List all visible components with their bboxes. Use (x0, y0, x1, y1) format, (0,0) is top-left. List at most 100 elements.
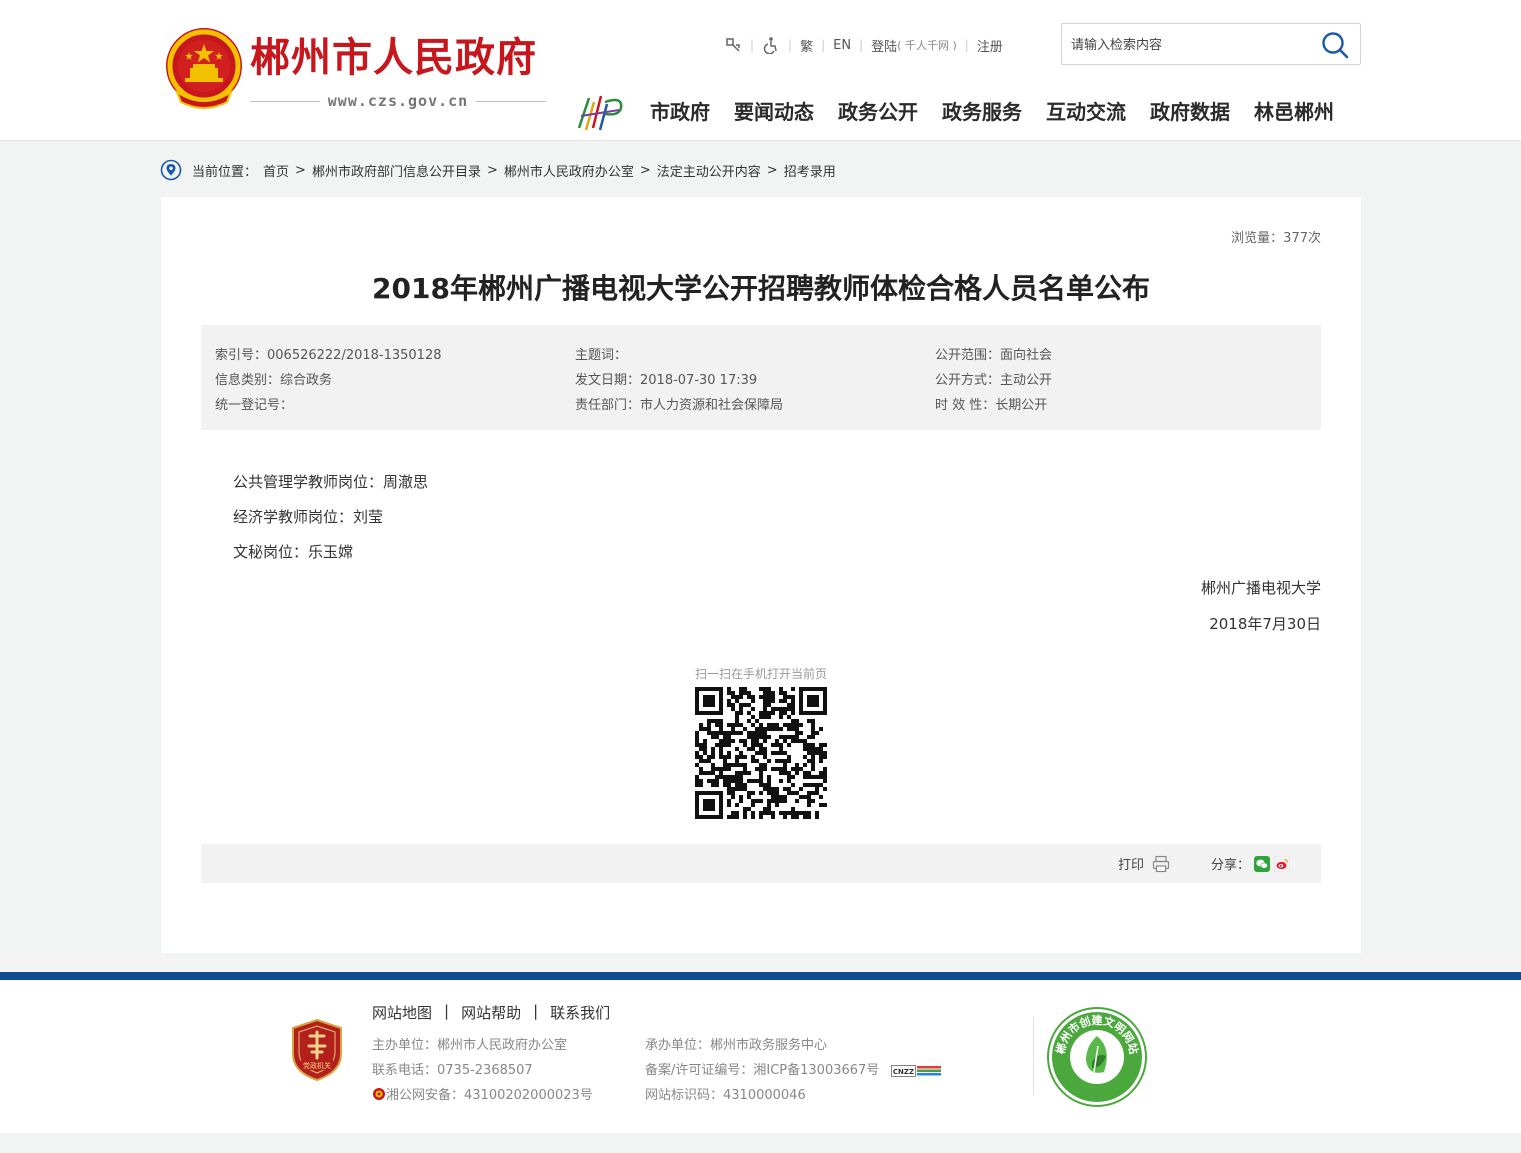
top-links: | | 繁 | EN | 登陆 ( 千人千网 ) | 注册 (724, 34, 1003, 56)
article-meta: 索引号：006526222/2018-1350128 信息类别：综合政务 统一登… (201, 325, 1321, 430)
party-government-badge-icon[interactable]: 党政机关 (290, 1018, 344, 1082)
article-paragraph: 公共管理学教师岗位：周澈思 (233, 473, 429, 491)
breadcrumb-separator: > (295, 162, 306, 178)
article-signature-block: 郴州广播电视大学 2018年7月30日 (1201, 570, 1321, 642)
cnzz-stats-icon[interactable]: CNZZ (891, 1064, 942, 1077)
share-area: 分享： (1211, 854, 1291, 873)
elder-mode-icon[interactable] (724, 36, 742, 54)
footer-police-record[interactable]: 湘公网安备：43100202000023号 (372, 1083, 593, 1108)
separator: | (859, 38, 864, 52)
qr-code-icon (695, 687, 827, 819)
qr-caption: 扫一扫在手机打开当前页 (695, 667, 828, 681)
article-toolbar: 打印 分享： (201, 844, 1321, 883)
footer-info-right: 承办单位：郴州市政务服务中心 备案/许可证编号：湘ICP备13003667号 C… (645, 1033, 942, 1108)
breadcrumb-recruitment[interactable]: 招考录用 (784, 161, 836, 180)
separator: | (821, 38, 826, 52)
meta-column-2: 主题词： 发文日期：2018-07-30 17:39 责任部门：市人力资源和社会… (575, 343, 783, 418)
separator: | (444, 1002, 450, 1020)
meta-department: 责任部门：市人力资源和社会保障局 (575, 398, 784, 413)
separator: | (750, 38, 755, 52)
main-nav: 市政府 要闻动态 政务公开 政务服务 互动交流 政府数据 林邑郴州 (650, 96, 1334, 128)
footer-phone: 联系电话：0735-2368507 (372, 1063, 533, 1078)
wechat-icon[interactable] (1254, 855, 1271, 872)
nav-item-open-government[interactable]: 政务公开 (838, 96, 918, 128)
footer-info-left: 主办单位：郴州市人民政府办公室 联系电话：0735-2368507 湘公网安备：… (372, 1033, 593, 1108)
meta-column-3: 公开范围：面向社会 公开方式：主动公开 时 效 性：长期公开 (935, 343, 1052, 418)
separator: | (533, 1002, 539, 1020)
traditional-chinese-link[interactable]: 繁 (800, 36, 813, 55)
police-badge-icon (373, 1088, 385, 1100)
article-card: 浏览量：377次 2018年郴州广播电视大学公开招聘教师体检合格人员名单公布 索… (161, 197, 1361, 953)
print-button[interactable]: 打印 (1118, 854, 1170, 873)
breadcrumb-statutory-content[interactable]: 法定主动公开内容 (657, 161, 761, 180)
footer-icp: 备案/许可证编号：湘ICP备13003667号 CNZZ (645, 1058, 942, 1083)
separator: | (788, 38, 793, 52)
article-date: 2018年7月30日 (1209, 615, 1321, 633)
site-url: www.czs.gov.cn (327, 92, 469, 110)
national-emblem-icon[interactable] (163, 26, 245, 112)
footer-link-contact[interactable]: 联系我们 (550, 1002, 610, 1023)
nav-item-linyi-chenzhou[interactable]: 林邑郴州 (1254, 96, 1334, 128)
meta-column-1: 索引号：006526222/2018-1350128 信息类别：综合政务 统一登… (215, 343, 442, 418)
divider (476, 100, 546, 102)
separator: | (964, 38, 969, 52)
party-badge-text: 党政机关 (303, 1061, 331, 1070)
footer-police-text: 湘公网安备：43100202000023号 (386, 1088, 593, 1103)
breadcrumb-separator: > (639, 162, 651, 178)
nav-item-government-services[interactable]: 政务服务 (942, 96, 1022, 128)
breadcrumb-office[interactable]: 郴州市人民政府办公室 (504, 161, 634, 180)
site-title[interactable]: 郴州市人民政府 (250, 32, 537, 84)
footer-site-code: 网站标识码：4310000046 (645, 1088, 806, 1103)
login-link[interactable]: 登陆 (871, 36, 897, 55)
printer-icon (1152, 855, 1170, 872)
search-icon[interactable] (1320, 30, 1350, 60)
breadcrumb-separator: > (486, 162, 498, 178)
article-title: 2018年郴州广播电视大学公开招聘教师体检合格人员名单公布 (372, 272, 1150, 305)
footer-links: 网站地图 | 网站帮助 | 联系我们 (372, 1002, 610, 1023)
divider (250, 100, 320, 102)
breadcrumb-separator: > (766, 162, 778, 178)
footer-icp-text[interactable]: 备案/许可证编号：湘ICP备13003667号 (645, 1063, 879, 1078)
breadcrumb-home[interactable]: 首页 (263, 161, 289, 180)
breadcrumb-label: 当前位置： (192, 164, 258, 180)
footer-link-sitemap[interactable]: 网站地图 (372, 1002, 432, 1023)
view-count: 浏览量：377次 (1231, 231, 1321, 246)
city-logo-icon (577, 95, 623, 131)
footer-divider (1033, 1016, 1034, 1096)
nav-item-news[interactable]: 要闻动态 (734, 96, 814, 128)
article-paragraph: 经济学教师岗位：刘莹 (233, 508, 384, 526)
cnzz-text: CNZZ (893, 1068, 914, 1076)
meta-scope: 公开范围：面向社会 (935, 348, 1053, 363)
meta-index-no: 索引号：006526222/2018-1350128 (215, 348, 442, 363)
footer-organizer: 承办单位：郴州市政务服务中心 (645, 1038, 828, 1053)
nav-item-government-data[interactable]: 政府数据 (1150, 96, 1230, 128)
footer-link-help[interactable]: 网站帮助 (461, 1002, 521, 1023)
article-body: 公共管理学教师岗位：周澈思 经济学教师岗位：刘莹 文秘岗位：乐玉嫦 (233, 465, 428, 570)
location-pin-icon (160, 159, 182, 181)
meta-method: 公开方式：主动公开 (935, 373, 1053, 388)
print-label: 打印 (1118, 858, 1145, 873)
breadcrumb: 当前位置： 首页 > 郴州市政府部门信息公开目录 > 郴州市人民政府办公室 > … (160, 158, 836, 182)
meta-publish-date: 发文日期：2018-07-30 17:39 (575, 373, 758, 388)
meta-info-type: 信息类别：综合政务 (215, 373, 333, 388)
login-note: ( 千人千网 ) (897, 39, 957, 52)
meta-registration-no: 统一登记号： (215, 398, 294, 413)
register-link[interactable]: 注册 (977, 36, 1003, 55)
meta-keywords: 主题词： (575, 348, 628, 363)
nav-item-city-government[interactable]: 市政府 (650, 96, 710, 128)
search-box (1061, 23, 1361, 65)
footer-accent-bar (0, 972, 1521, 980)
weibo-icon[interactable] (1274, 855, 1291, 872)
meta-validity: 时 效 性：长期公开 (935, 398, 1048, 413)
english-link[interactable]: EN (833, 38, 851, 53)
breadcrumb-directory[interactable]: 郴州市政府部门信息公开目录 (312, 161, 481, 180)
site-footer: 党政机关 网站地图 | 网站帮助 | 联系我们 主办单位：郴州市人民政府办公室 … (0, 980, 1521, 1133)
footer-host: 主办单位：郴州市人民政府办公室 (372, 1038, 568, 1053)
nav-item-interaction[interactable]: 互动交流 (1046, 96, 1126, 128)
site-header: 郴州市人民政府 www.czs.gov.cn | | 繁 | EN | 登陆 (… (0, 0, 1521, 141)
site-url-row: www.czs.gov.cn (250, 90, 546, 112)
article-paragraph: 文秘岗位：乐玉嫦 (233, 543, 354, 561)
search-input[interactable] (1071, 34, 1311, 56)
accessibility-icon[interactable] (762, 36, 780, 54)
civilized-website-badge-icon[interactable]: 郴州市创建文明网站 (1046, 1006, 1148, 1108)
